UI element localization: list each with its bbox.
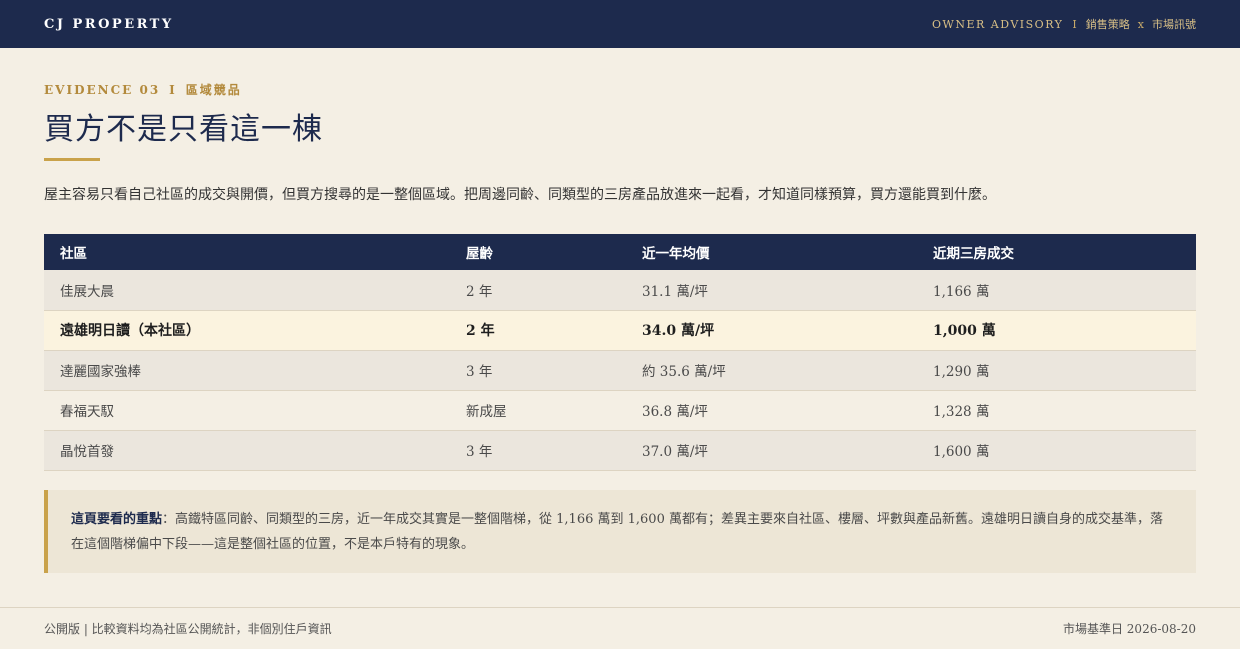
header-community: 社區 — [44, 234, 450, 270]
cell-avg-price: 36.8 萬/坪 — [626, 390, 917, 431]
nav-x-separator: x — [1137, 17, 1144, 31]
section-eyebrow: EVIDENCE 03 I 區域競品 — [44, 81, 242, 98]
cell-recent-deal: 1,166 萬 — [917, 270, 1196, 311]
top-bar: CJ PROPERTY OWNER ADVISORY I 銷售策略 x 市場訊號 — [0, 0, 1240, 48]
nav-market-signal[interactable]: 市場訊號 — [1152, 16, 1196, 32]
title-underline — [44, 158, 100, 161]
comparison-table: 社區 屋齡 近一年均價 近期三房成交 佳展大晨 2 年 31.1 萬/坪 1,1… — [44, 234, 1196, 471]
cell-recent-deal: 1,600 萬 — [917, 430, 1196, 471]
footer-disclaimer: 公開版 | 比較資料均為社區公開統計，非個別住戶資訊 — [44, 622, 332, 636]
eyebrow-label: 區域競品 — [185, 83, 242, 97]
cell-avg-price: 31.1 萬/坪 — [626, 270, 917, 311]
cell-age: 2 年 — [450, 310, 626, 351]
footer-market-date: 市場基準日 2026-08-20 — [1062, 622, 1196, 636]
cell-avg-price: 37.0 萬/坪 — [626, 430, 917, 471]
nav-owner-advisory[interactable]: OWNER ADVISORY — [932, 18, 1063, 31]
callout-text: ：高鐵特區同齡、同類型的三房，近一年成交其實是一整個階梯，從 1,166 萬到 … — [71, 512, 1163, 552]
cell-age: 3 年 — [450, 350, 626, 391]
cell-avg-price: 約 35.6 萬/坪 — [626, 350, 917, 391]
table-row-highlighted: 遠雄明日讀（本社區） 2 年 34.0 萬/坪 1,000 萬 — [44, 310, 1196, 351]
cell-community: 遠雄明日讀（本社區） — [44, 310, 450, 351]
cell-community: 春福天馭 — [44, 390, 450, 431]
table-row: 達麗國家強棒 3 年 約 35.6 萬/坪 1,290 萬 — [44, 350, 1196, 391]
key-point-callout: 這頁要看的重點：高鐵特區同齡、同類型的三房，近一年成交其實是一整個階梯，從 1,… — [44, 490, 1196, 573]
cell-recent-deal: 1,290 萬 — [917, 350, 1196, 391]
top-nav: OWNER ADVISORY I 銷售策略 x 市場訊號 — [932, 16, 1196, 32]
table-row: 春福天馭 新成屋 36.8 萬/坪 1,328 萬 — [44, 390, 1196, 431]
callout-lead: 這頁要看的重點 — [71, 512, 163, 527]
cell-community: 晶悅首發 — [44, 430, 450, 471]
cell-age: 2 年 — [450, 270, 626, 311]
eyebrow-code: EVIDENCE 03 — [44, 82, 161, 97]
nav-sales-strategy[interactable]: 銷售策略 — [1086, 16, 1130, 32]
cell-community: 達麗國家強棒 — [44, 350, 450, 391]
cell-avg-price: 34.0 萬/坪 — [626, 310, 917, 351]
table-header-row: 社區 屋齡 近一年均價 近期三房成交 — [44, 234, 1196, 270]
table-row: 佳展大晨 2 年 31.1 萬/坪 1,166 萬 — [44, 270, 1196, 311]
cell-community: 佳展大晨 — [44, 270, 450, 311]
cell-recent-deal: 1,000 萬 — [917, 310, 1196, 351]
table-row: 晶悅首發 3 年 37.0 萬/坪 1,600 萬 — [44, 430, 1196, 471]
header-avg-price: 近一年均價 — [626, 234, 917, 270]
cell-age: 新成屋 — [450, 390, 626, 431]
cell-age: 3 年 — [450, 430, 626, 471]
page-title: 買方不是只看這一棟 — [44, 112, 323, 147]
intro-paragraph: 屋主容易只看自己社區的成交與開價，但買方搜尋的是一整個區域。把周邊同齡、同類型的… — [44, 187, 996, 203]
header-age: 屋齡 — [450, 234, 626, 270]
footer-divider — [0, 607, 1240, 608]
cell-recent-deal: 1,328 萬 — [917, 390, 1196, 431]
brand-logo[interactable]: CJ PROPERTY — [44, 17, 174, 32]
header-recent-deal: 近期三房成交 — [917, 234, 1196, 270]
eyebrow-separator: I — [169, 82, 177, 97]
nav-separator: I — [1072, 17, 1077, 31]
